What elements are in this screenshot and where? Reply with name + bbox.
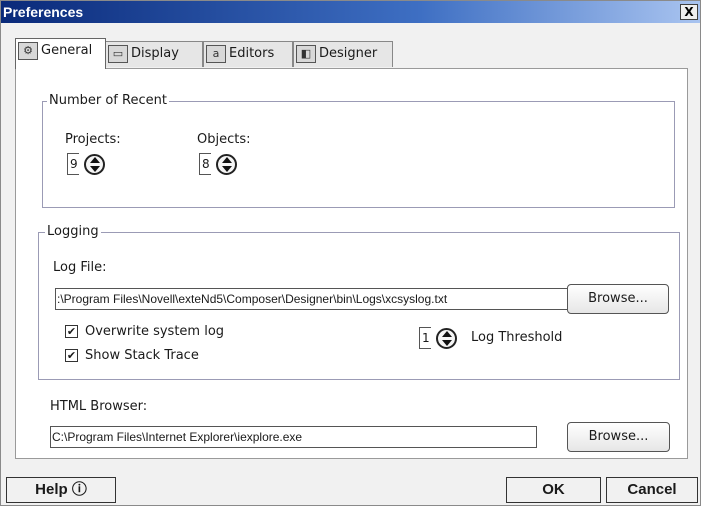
overwrite-checkbox[interactable]: ✔ (65, 325, 78, 338)
threshold-spinner[interactable]: 1 (419, 326, 457, 350)
recent-groupbox: Number of Recent Projects: 9 Objects: 8 (42, 93, 675, 208)
threshold-spin-icon[interactable] (436, 327, 457, 349)
window-title: Preferences (3, 4, 84, 20)
threshold-value[interactable]: 1 (419, 327, 431, 349)
tab-general-label: General (41, 43, 93, 58)
objects-value[interactable]: 8 (199, 153, 211, 175)
ok-button[interactable]: OK (506, 477, 601, 503)
projects-value[interactable]: 9 (67, 153, 79, 175)
threshold-label: Log Threshold (471, 330, 563, 345)
tab-editors[interactable]: a Editors (203, 41, 293, 67)
tab-display-label: Display (131, 46, 179, 61)
logging-legend: Logging (45, 224, 101, 239)
tab-general[interactable]: ⚙ General (15, 38, 106, 69)
objects-spinner[interactable]: 8 (199, 152, 237, 176)
overwrite-label: Overwrite system log (85, 324, 225, 339)
display-icon: ▭ (108, 44, 128, 63)
editors-icon: a (206, 44, 226, 63)
recent-legend: Number of Recent (47, 93, 169, 108)
tab-display[interactable]: ▭ Display (105, 41, 203, 67)
stack-trace-checkbox[interactable]: ✔ (65, 349, 78, 362)
tab-designer[interactable]: ◧ Designer (293, 41, 393, 67)
close-button[interactable]: X (680, 4, 698, 20)
overwrite-checkbox-row[interactable]: ✔ Overwrite system log (65, 324, 224, 339)
projects-spinner[interactable]: 9 (67, 152, 105, 176)
projects-label: Projects: (65, 132, 121, 147)
tab-designer-label: Designer (319, 46, 378, 61)
preferences-dialog: Preferences X ⚙ General ▭ Display a Editors… (0, 0, 701, 506)
log-file-input[interactable]: :\Program Files\Novell\exteNd5\Composer\… (55, 288, 568, 310)
close-icon: X (684, 5, 694, 19)
designer-icon: ◧ (296, 44, 316, 63)
stack-trace-label: Show Stack Trace (85, 348, 199, 363)
help-button[interactable]: Help ⓘ (6, 477, 116, 503)
tab-editors-label: Editors (229, 46, 275, 61)
html-browser-label: HTML Browser: (50, 399, 148, 414)
log-file-browse-button[interactable]: Browse... (567, 284, 669, 314)
title-bar: Preferences X (1, 1, 700, 23)
html-browser-input[interactable]: C:\Program Files\Internet Explorer\iexpl… (50, 426, 537, 448)
stack-trace-checkbox-row[interactable]: ✔ Show Stack Trace (65, 348, 199, 363)
objects-spin-icon[interactable] (216, 153, 237, 175)
general-icon: ⚙ (18, 41, 38, 60)
projects-spin-icon[interactable] (84, 153, 105, 175)
objects-label: Objects: (197, 132, 251, 147)
general-panel: Number of Recent Projects: 9 Objects: 8 … (15, 68, 688, 459)
log-file-label: Log File: (53, 260, 107, 275)
cancel-button[interactable]: Cancel (606, 477, 698, 503)
logging-groupbox: Logging Log File: :\Program Files\Novell… (38, 224, 680, 380)
html-browser-browse-button[interactable]: Browse... (567, 422, 670, 452)
